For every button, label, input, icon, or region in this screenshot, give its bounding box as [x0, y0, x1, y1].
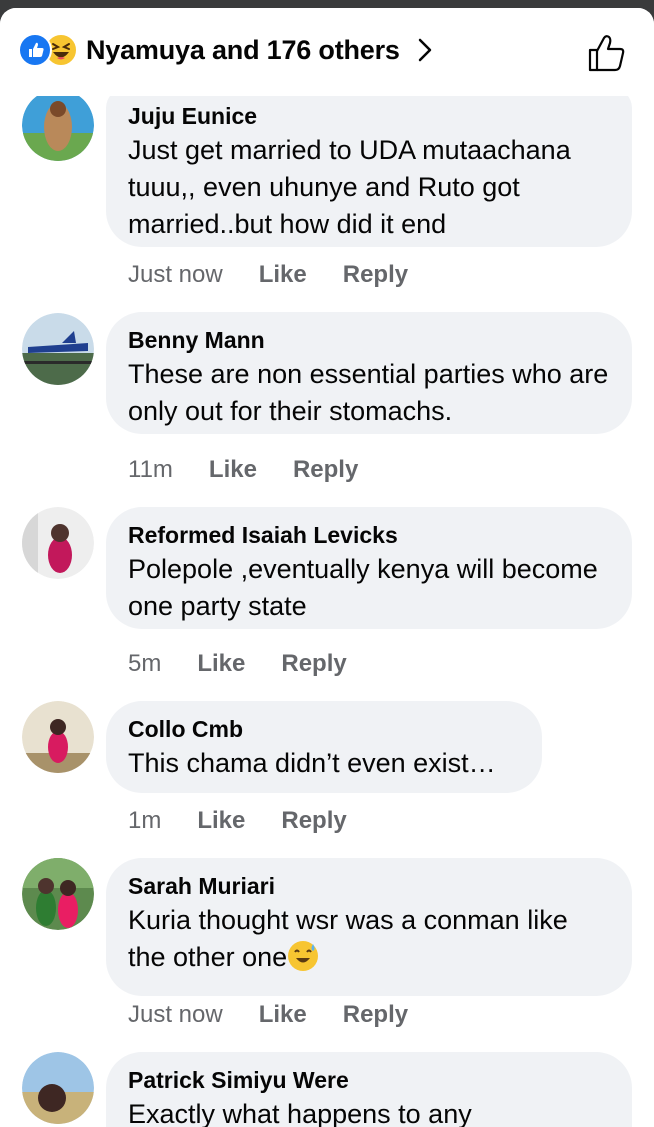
comment-timestamp: Just now [128, 1001, 223, 1028]
comment-actions: 5m Like Reply [128, 650, 383, 678]
comment-timestamp: Just now [128, 261, 223, 288]
like-button[interactable]: Like [209, 456, 257, 484]
comment-timestamp: 11m [128, 456, 173, 483]
reactions-header: Nyamuya and 176 others [0, 8, 654, 96]
comment-text: Polepole ,eventually kenya will become o… [128, 554, 598, 621]
avatar[interactable] [22, 701, 94, 773]
avatar[interactable] [22, 89, 94, 161]
comment-bubble: Juju Eunice Just get married to UDA muta… [106, 88, 632, 247]
comment-actions: 1m Like Reply [128, 807, 383, 835]
comment-actions: Just now Like Reply [128, 1001, 444, 1029]
reply-button[interactable]: Reply [281, 650, 346, 678]
comment-text: Just get married to UDA mutaachana tuuu,… [128, 135, 571, 239]
reply-button[interactable]: Reply [343, 1001, 408, 1029]
comment-text: Kuria thought wsr was a conman like the … [128, 902, 610, 976]
comment-author[interactable]: Benny Mann [128, 326, 610, 354]
comment-timestamp: 1m [128, 807, 162, 834]
thumbs-up-outline-icon[interactable] [586, 32, 628, 74]
reaction-count-label: Nyamuya and 176 others [86, 34, 400, 65]
comment-text: Exactly what happens to any [128, 1099, 472, 1127]
comment-bubble: Benny Mann These are non essential parti… [106, 312, 632, 434]
like-button[interactable]: Like [197, 807, 245, 835]
comment-timestamp: 5m [128, 650, 162, 677]
reaction-summary[interactable]: Nyamuya and 176 others [18, 33, 434, 67]
comment-bubble: Patrick Simiyu Were Exactly what happens… [106, 1052, 632, 1127]
comments-sheet: Juju Eunice Just get married to UDA muta… [0, 8, 654, 1127]
reply-button[interactable]: Reply [293, 456, 358, 484]
avatar[interactable] [22, 507, 94, 579]
comment-author[interactable]: Patrick Simiyu Were [128, 1066, 610, 1094]
comment-actions: Just now Like Reply [128, 261, 444, 289]
comment-text-content: Kuria thought wsr was a conman like the … [128, 905, 568, 972]
like-button[interactable]: Like [197, 650, 245, 678]
grinning-sweat-emoji-icon [287, 940, 319, 972]
comment-author[interactable]: Reformed Isaiah Levicks [128, 521, 610, 549]
chevron-right-icon [416, 37, 434, 63]
comment-actions: 11m Like Reply [128, 456, 394, 484]
comment-author[interactable]: Sarah Muriari [128, 872, 610, 900]
comment-author[interactable]: Juju Eunice [128, 102, 610, 130]
avatar[interactable] [22, 858, 94, 930]
reply-button[interactable]: Reply [281, 807, 346, 835]
like-button[interactable]: Like [259, 1001, 307, 1029]
comment-bubble: Sarah Muriari Kuria thought wsr was a co… [106, 858, 632, 996]
like-button[interactable]: Like [259, 261, 307, 289]
reply-button[interactable]: Reply [343, 261, 408, 289]
like-icon [18, 33, 52, 67]
comment-text: These are non essential parties who are … [128, 359, 609, 426]
comment-author[interactable]: Collo Cmb [128, 715, 520, 743]
comment-bubble: Reformed Isaiah Levicks Polepole ,eventu… [106, 507, 632, 629]
comment-bubble: Collo Cmb This chama didn’t even exist… [106, 701, 542, 793]
comment-text: This chama didn’t even exist… [128, 748, 496, 778]
avatar[interactable] [22, 313, 94, 385]
avatar[interactable] [22, 1052, 94, 1124]
